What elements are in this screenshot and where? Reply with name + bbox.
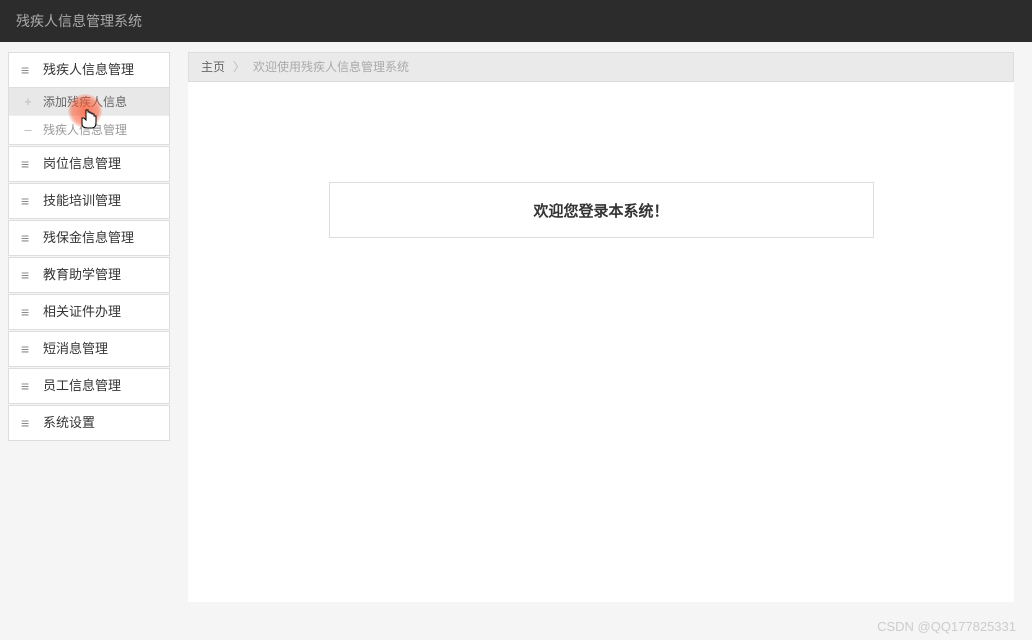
menu-header-disabled-info[interactable]: ≡ 残疾人信息管理 [8,52,170,88]
menu-header-position[interactable]: ≡ 岗位信息管理 [8,146,170,182]
submenu-item-add-disabled[interactable]: + 添加残疾人信息 [9,88,169,116]
menu-label: 岗位信息管理 [43,146,121,182]
menu-header-message[interactable]: ≡ 短消息管理 [8,331,170,367]
hamburger-icon: ≡ [21,52,35,88]
submenu-label: 添加残疾人信息 [43,88,127,116]
app-header: 残疾人信息管理系统 [0,0,1032,42]
hamburger-icon: ≡ [21,183,35,219]
menu-header-training[interactable]: ≡ 技能培训管理 [8,183,170,219]
hamburger-icon: ≡ [21,146,35,182]
menu-label: 系统设置 [43,405,95,441]
menu-label: 教育助学管理 [43,257,121,293]
welcome-box: 欢迎您登录本系统！ [329,182,874,238]
watermark: CSDN @QQ177825331 [877,619,1016,634]
menu-label: 相关证件办理 [43,294,121,330]
minus-icon: – [21,116,35,144]
menu-group-training: ≡ 技能培训管理 [0,183,178,219]
menu-label: 残疾人信息管理 [43,52,134,88]
hamburger-icon: ≡ [21,405,35,441]
app-title: 残疾人信息管理系统 [16,13,142,29]
menu-header-insurance[interactable]: ≡ 残保金信息管理 [8,220,170,256]
menu-group-education: ≡ 教育助学管理 [0,257,178,293]
menu-group-certificate: ≡ 相关证件办理 [0,294,178,330]
breadcrumb-current: 欢迎使用残疾人信息管理系统 [253,52,409,82]
hamburger-icon: ≡ [21,220,35,256]
welcome-text: 欢迎您登录本系统！ [533,200,668,221]
menu-label: 残保金信息管理 [43,220,134,256]
chevron-right-icon: 〉 [233,52,245,82]
menu-label: 技能培训管理 [43,183,121,219]
menu-header-certificate[interactable]: ≡ 相关证件办理 [8,294,170,330]
menu-group-position: ≡ 岗位信息管理 [0,146,178,182]
menu-label: 员工信息管理 [43,368,121,404]
main-area: 主页 〉 欢迎使用残疾人信息管理系统 欢迎您登录本系统！ [178,42,1032,640]
menu-header-education[interactable]: ≡ 教育助学管理 [8,257,170,293]
hamburger-icon: ≡ [21,257,35,293]
submenu-item-manage-disabled[interactable]: – 残疾人信息管理 [9,116,169,144]
menu-label: 短消息管理 [43,331,108,367]
menu-group-insurance: ≡ 残保金信息管理 [0,220,178,256]
hamburger-icon: ≡ [21,294,35,330]
main-container: ≡ 残疾人信息管理 + 添加残疾人信息 – 残疾人信息管理 ≡ 岗位信息管理 [0,42,1032,640]
submenu-label: 残疾人信息管理 [43,116,127,144]
breadcrumb-home[interactable]: 主页 [201,52,225,82]
content-area: 欢迎您登录本系统！ [188,82,1014,602]
hamburger-icon: ≡ [21,368,35,404]
menu-header-staff[interactable]: ≡ 员工信息管理 [8,368,170,404]
plus-icon: + [21,88,35,116]
hamburger-icon: ≡ [21,331,35,367]
submenu-disabled-info: + 添加残疾人信息 – 残疾人信息管理 [8,88,170,145]
menu-group-settings: ≡ 系统设置 [0,405,178,441]
sidebar: ≡ 残疾人信息管理 + 添加残疾人信息 – 残疾人信息管理 ≡ 岗位信息管理 [0,42,178,640]
menu-group-staff: ≡ 员工信息管理 [0,368,178,404]
menu-group-disabled-info: ≡ 残疾人信息管理 + 添加残疾人信息 – 残疾人信息管理 [0,52,178,145]
breadcrumb: 主页 〉 欢迎使用残疾人信息管理系统 [188,52,1014,82]
menu-group-message: ≡ 短消息管理 [0,331,178,367]
menu-header-settings[interactable]: ≡ 系统设置 [8,405,170,441]
